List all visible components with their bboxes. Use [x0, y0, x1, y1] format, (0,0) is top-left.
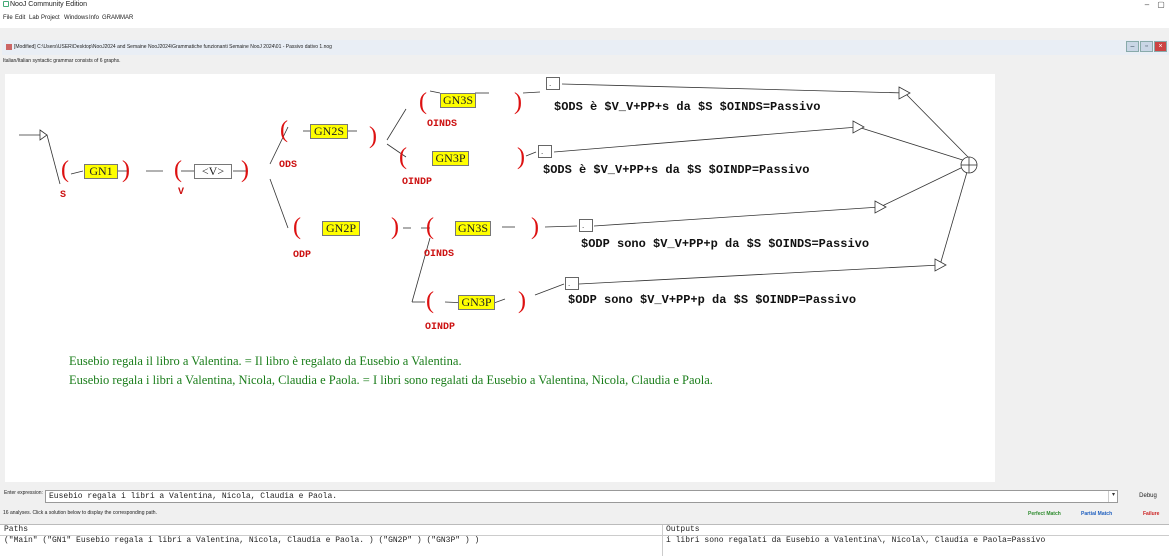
var-odp: ODP	[293, 250, 312, 261]
node-gn3p-bottom[interactable]: GN3P	[458, 295, 495, 310]
node-gn2p[interactable]: GN2P	[322, 221, 360, 236]
var-oindp-1: OINDP	[402, 177, 433, 188]
column-divider	[662, 525, 663, 556]
paren-open-oinds-1: (	[419, 89, 427, 115]
result-output-cell[interactable]: i libri sono regalati da Eusebio a Valen…	[666, 536, 1169, 545]
document-title-bar: [Modified] C:\Users\USER\Desktop\NooJ202…	[2, 40, 1169, 55]
menu-edit[interactable]: Edit	[15, 15, 25, 21]
menu-grammar[interactable]: GRAMMAR	[102, 15, 133, 21]
outputs-column-header[interactable]: Outputs	[666, 525, 700, 534]
menu-windows[interactable]: Windows	[64, 15, 88, 21]
debug-button[interactable]: Debug	[1131, 489, 1165, 503]
var-oinds-2: OINDS	[424, 249, 455, 260]
terminal-node-icon	[960, 156, 978, 174]
var-s: S	[60, 190, 67, 201]
app-title: NooJ Community Edition	[10, 1, 88, 8]
node-gn3p-top[interactable]: GN3P	[432, 151, 469, 166]
output-label-1: $ODS è $V_V+PP+s da $S $OINDS=Passivo	[554, 100, 821, 114]
paren-close-v: )	[241, 157, 249, 183]
menu-info[interactable]: Info	[89, 15, 99, 21]
output-label-2: $ODS è $V_V+PP+s da $S $OINDP=Passivo	[543, 163, 810, 177]
expression-input[interactable]: Eusebio regala i libri a Valentina, Nico…	[45, 490, 1118, 503]
doc-minimize-icon[interactable]: –	[1126, 41, 1139, 52]
paren-close-oinds-2: )	[531, 214, 539, 240]
chevron-down-icon[interactable]: ▾	[1108, 491, 1118, 502]
app-title-bar: NooJ Community Edition – ▢	[0, 0, 1169, 11]
paren-close-s: )	[122, 157, 130, 183]
menu-project[interactable]: Project	[41, 15, 60, 21]
grammar-info-text: Italian/Italian syntactic grammar consis…	[3, 58, 121, 64]
output-label-3: $ODP sono $V_V+PP+p da $S $OINDS=Passivo	[581, 237, 870, 251]
nooj-logo-icon	[3, 1, 9, 7]
document-window-controls: – ▫ ×	[1126, 41, 1167, 52]
graph-connections	[19, 83, 978, 304]
paren-close-odp: )	[391, 214, 399, 240]
paren-open-oindp-2: (	[426, 288, 434, 314]
analyses-count-text: 16 analyses. Click a solution below to d…	[3, 510, 157, 516]
var-oinds-1: OINDS	[427, 119, 458, 130]
var-oindp-2: OINDP	[425, 322, 456, 333]
menu-bar: File Edit Lab Project Windows Info GRAMM…	[0, 11, 1169, 28]
nooj-app-window: NooJ Community Edition – ▢ File Edit Lab…	[0, 0, 1169, 556]
output-node-2[interactable]: .	[538, 145, 552, 158]
results-table: Paths Outputs ("Main" ("GN1" Eusebio reg…	[0, 524, 1169, 556]
restore-icon[interactable]: ▢	[1155, 0, 1167, 11]
example-sentence-2: Eusebio regala i libri a Valentina, Nico…	[69, 373, 713, 387]
paren-open-ods: (	[280, 117, 288, 143]
paren-open-odp: (	[293, 214, 301, 240]
node-gn3s-bottom[interactable]: GN3S	[455, 221, 491, 236]
node-gn3s-top[interactable]: GN3S	[440, 93, 476, 108]
paren-open-oinds-2: (	[426, 214, 434, 240]
output-node-4[interactable]: .	[565, 277, 579, 290]
paren-open-v: (	[174, 157, 182, 183]
paren-close-oindp-1: )	[517, 144, 525, 170]
var-v: V	[178, 187, 185, 198]
result-path-cell[interactable]: ("Main" ("GN1" Eusebio regala i libri a …	[4, 536, 660, 545]
doc-close-icon[interactable]: ×	[1154, 41, 1167, 52]
legend-perfect-match: Perfect Match	[1028, 511, 1061, 517]
output-node-3[interactable]: .	[579, 219, 593, 232]
legend-failure: Failure	[1143, 511, 1160, 517]
paren-close-oindp-2: )	[518, 288, 526, 314]
paren-close-ods: )	[369, 123, 377, 149]
minimize-icon[interactable]: –	[1141, 0, 1153, 11]
grammar-graph-canvas[interactable]: ( GN1 ) S ( <V> ) V ( GN2S ) ODS ( GN3S …	[5, 74, 995, 482]
expression-label: Enter expression:	[4, 490, 43, 496]
node-gn1[interactable]: GN1	[84, 164, 118, 179]
paren-open-oindp-1: (	[399, 144, 407, 170]
output-label-4: $ODP sono $V_V+PP+p da $S $OINDP=Passivo	[568, 293, 857, 307]
paren-open-s: (	[61, 157, 69, 183]
menu-lab[interactable]: Lab	[29, 15, 39, 21]
paren-close-oinds-1: )	[514, 89, 522, 115]
node-v[interactable]: <V>	[194, 164, 232, 179]
output-node-1[interactable]: .	[546, 77, 560, 90]
paths-column-header[interactable]: Paths	[4, 525, 28, 534]
grammar-file-icon	[6, 44, 12, 50]
legend-partial-match: Partial Match	[1081, 511, 1113, 517]
var-ods: ODS	[279, 160, 298, 171]
node-gn2s[interactable]: GN2S	[310, 124, 348, 139]
document-title: [Modified] C:\Users\USER\Desktop\NooJ202…	[14, 44, 332, 50]
menu-file[interactable]: File	[3, 15, 13, 21]
doc-maximize-icon[interactable]: ▫	[1140, 41, 1153, 52]
example-sentence-1: Eusebio regala il libro a Valentina. = I…	[69, 354, 462, 368]
